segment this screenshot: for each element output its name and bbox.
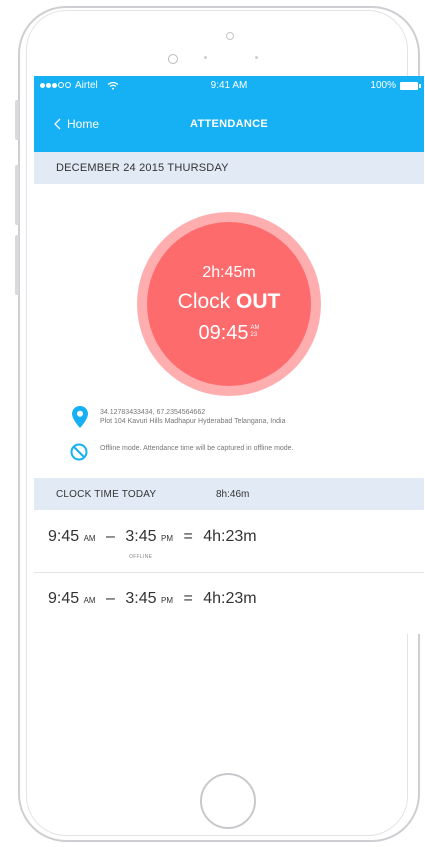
entry-total: 4h:23m xyxy=(203,590,257,607)
entry-start-ampm: AM xyxy=(83,596,96,605)
status-time: 9:41 AM xyxy=(210,80,248,91)
clock-action-label: Clock OUT xyxy=(147,290,311,314)
front-camera xyxy=(168,54,178,64)
entry-start: 9:45 xyxy=(48,590,80,607)
proximity-sensor xyxy=(226,32,234,40)
entry-start: 9:45 xyxy=(48,528,80,545)
date-bar: DECEMBER 24 2015 THURSDAY xyxy=(34,152,424,184)
map-pin-icon xyxy=(72,406,88,428)
time-entry-line: 9:45 AM – 3:45 PM = 4h:23m xyxy=(48,590,257,608)
time-entry-row[interactable]: 9:45 AM – 3:45 PM = 4h:23m OFFLINE xyxy=(34,510,424,573)
time-entry-line: 9:45 AM – 3:45 PM = 4h:23m xyxy=(48,528,257,546)
clock-out-inner: 2h:45m Clock OUT 09:45 AM 23 xyxy=(147,222,311,386)
volume-down-button xyxy=(15,235,19,295)
clock-label-action: OUT xyxy=(236,290,281,313)
entry-total: 4h:23m xyxy=(203,528,257,545)
clock-time-meta: AM 23 xyxy=(251,325,260,339)
entry-end-ampm: PM xyxy=(161,534,173,543)
entry-equals: = xyxy=(183,590,193,607)
clock-ampm: AM xyxy=(250,325,260,331)
volume-up-button xyxy=(15,165,19,225)
entry-equals: = xyxy=(183,528,193,545)
mute-switch xyxy=(15,100,19,140)
entry-dash: – xyxy=(106,590,115,607)
entry-start-ampm: AM xyxy=(83,534,96,543)
entry-end-ampm: PM xyxy=(161,596,173,605)
back-button[interactable]: Home xyxy=(54,117,99,131)
location-coords: 34.12783433434, 67.2354564662 xyxy=(100,409,206,416)
date-text: DECEMBER 24 2015 THURSDAY xyxy=(56,162,229,174)
clock-label-prefix: Clock xyxy=(177,290,237,313)
back-label: Home xyxy=(67,117,100,131)
time-entry-row[interactable]: 9:45 AM – 3:45 PM = 4h:23m xyxy=(34,572,424,634)
clock-today-value: 8h:46m xyxy=(216,489,250,500)
clock-time: 09:45 AM 23 xyxy=(147,322,311,345)
speaker-dot xyxy=(255,56,258,59)
clock-time-today-bar: CLOCK TIME TODAY 8h:46m xyxy=(34,478,424,510)
entry-end: 3:45 xyxy=(125,590,157,607)
battery-icon xyxy=(400,81,421,90)
offline-notice-text: Offline mode. Attendance time will be ca… xyxy=(100,445,294,452)
entry-end: 3:45 xyxy=(125,528,157,545)
chevron-left-icon xyxy=(54,118,61,130)
speaker-dot xyxy=(204,56,207,59)
location-text: 34.12783433434, 67.2354564662 Plot 104 K… xyxy=(100,408,410,426)
location-address: Plot 104 Kavuri Hills Madhapur Hyderabad… xyxy=(100,418,286,425)
nav-bar: Home ATTENDANCE xyxy=(34,96,424,152)
clock-today-label: CLOCK TIME TODAY xyxy=(56,489,157,500)
battery-percent: 100% xyxy=(370,80,396,91)
clock-out-button[interactable]: 2h:45m Clock OUT 09:45 AM 23 xyxy=(137,212,321,396)
app-screen: Airtel 9:41 AM 100% Home ATTENDANCE DECE… xyxy=(34,76,424,634)
clock-time-value: 09:45 xyxy=(198,322,249,344)
entry-dash: – xyxy=(106,528,115,545)
status-right: 100% xyxy=(370,80,421,91)
offline-tag: OFFLINE xyxy=(129,554,153,560)
clock-seconds: 23 xyxy=(250,332,258,338)
elapsed-duration: 2h:45m xyxy=(202,264,256,281)
home-button[interactable] xyxy=(200,773,256,829)
no-entry-icon xyxy=(70,443,88,461)
status-bar: Airtel 9:41 AM 100% xyxy=(34,76,424,96)
